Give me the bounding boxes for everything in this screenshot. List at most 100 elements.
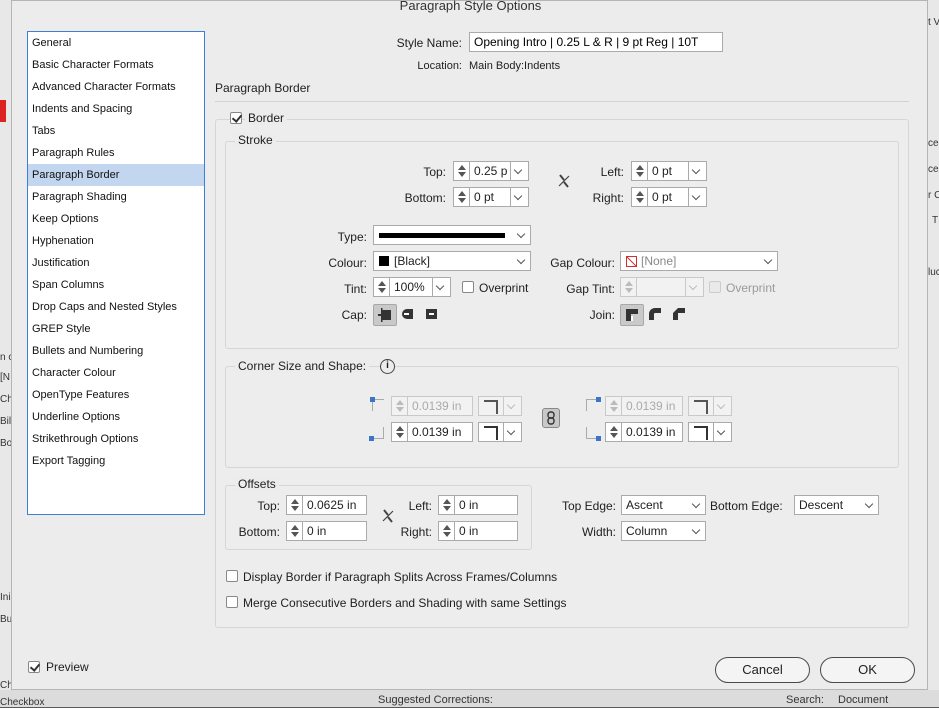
ok-button[interactable]: OK [820, 657, 915, 683]
stroke-bottom-label: Bottom: [404, 191, 446, 205]
corner-bottom-left-dropdown[interactable] [504, 422, 522, 442]
gap-overprint-label: Overprint [726, 281, 776, 295]
cancel-button[interactable]: Cancel [715, 657, 810, 683]
corner-top-left-dropdown[interactable] [504, 396, 522, 416]
stroke-right-stepper[interactable] [631, 187, 647, 207]
bg-search-label: Search: [786, 694, 824, 706]
corner-top-left-input[interactable]: 0.0139 in [407, 396, 473, 416]
sidebar-item-grep-style[interactable]: GREP Style [28, 318, 204, 340]
corner-bottom-right-input[interactable]: 0.0139 in [621, 422, 683, 442]
stroke-top-stepper[interactable] [453, 161, 469, 181]
corner-bottom-left-shape[interactable] [478, 422, 504, 442]
merge-borders-checkbox[interactable] [226, 596, 238, 608]
offset-right-input[interactable]: 0 in [454, 521, 518, 541]
border-label: Border [245, 111, 288, 125]
offset-top-label: Top: [257, 499, 280, 513]
sidebar-item-basic-character-formats[interactable]: Basic Character Formats [28, 54, 204, 76]
corner-top-right-dropdown[interactable] [714, 396, 732, 416]
gap-tint-input[interactable] [636, 277, 686, 297]
offset-left-stepper[interactable] [438, 495, 454, 515]
sidebar-item-tabs[interactable]: Tabs [28, 120, 204, 142]
sidebar-item-span-columns[interactable]: Span Columns [28, 274, 204, 296]
offset-top-input[interactable]: 0.0625 in [302, 495, 367, 515]
corner-bottom-left-stepper[interactable] [391, 422, 407, 442]
corner-link-icon[interactable] [542, 408, 560, 428]
sidebar-item-justification[interactable]: Justification [28, 252, 204, 274]
offsets-title: Offsets [235, 477, 279, 491]
width-select[interactable]: Column [621, 521, 706, 541]
paragraph-style-options-dialog: Paragraph Style Options General Basic Ch… [11, 0, 928, 690]
butt-cap-button[interactable] [373, 304, 397, 326]
offset-left-input[interactable]: 0 in [454, 495, 518, 515]
sidebar-item-underline-options[interactable]: Underline Options [28, 406, 204, 428]
round-cap-button[interactable] [397, 304, 421, 326]
stroke-bottom-input[interactable]: 0 pt [469, 187, 511, 207]
overprint-checkbox[interactable] [462, 281, 474, 293]
border-checkbox[interactable] [230, 112, 242, 124]
sidebar-item-export-tagging[interactable]: Export Tagging [28, 450, 204, 472]
info-icon[interactable]: i [380, 359, 395, 374]
sidebar-item-character-colour[interactable]: Character Colour [28, 362, 204, 384]
gap-overprint-checkbox[interactable] [709, 281, 721, 293]
gap-colour-select[interactable]: [None] [620, 251, 778, 271]
bevel-join-button[interactable] [668, 304, 692, 326]
stroke-type-select[interactable] [373, 225, 531, 245]
sidebar-item-paragraph-rules[interactable]: Paragraph Rules [28, 142, 204, 164]
sidebar-item-paragraph-border[interactable]: Paragraph Border [28, 164, 204, 186]
bottom-edge-select[interactable]: Descent [794, 495, 879, 515]
projecting-cap-button[interactable] [421, 304, 445, 326]
stroke-left-input[interactable]: 0 pt [647, 161, 689, 181]
location-value: Main Body:Indents [469, 60, 561, 72]
tint-input[interactable]: 100% [389, 277, 433, 297]
stroke-colour-select[interactable]: [Black] [373, 251, 531, 271]
stroke-right-dropdown[interactable] [689, 187, 707, 207]
sidebar-item-opentype-features[interactable]: OpenType Features [28, 384, 204, 406]
gap-tint-stepper[interactable] [620, 277, 636, 297]
gap-tint-dropdown[interactable] [686, 277, 704, 297]
tint-stepper[interactable] [373, 277, 389, 297]
top-edge-select[interactable]: Ascent [621, 495, 706, 515]
display-split-checkbox[interactable] [226, 570, 238, 582]
stroke-top-dropdown[interactable] [511, 161, 529, 181]
sidebar-item-drop-caps[interactable]: Drop Caps and Nested Styles [28, 296, 204, 318]
gap-tint-label: Gap Tint: [566, 282, 615, 296]
stroke-colour-label: Colour: [328, 256, 367, 270]
corner-top-right-input[interactable]: 0.0139 in [621, 396, 683, 416]
category-sidebar: General Basic Character Formats Advanced… [27, 31, 205, 515]
corner-bottom-right-dropdown[interactable] [714, 422, 732, 442]
sidebar-item-bullets-and-numbering[interactable]: Bullets and Numbering [28, 340, 204, 362]
corner-bottom-right-shape[interactable] [688, 422, 714, 442]
corner-top-right-stepper[interactable] [605, 396, 621, 416]
offset-bottom-input[interactable]: 0 in [302, 521, 367, 541]
sidebar-item-keep-options[interactable]: Keep Options [28, 208, 204, 230]
stroke-right-input[interactable]: 0 pt [647, 187, 689, 207]
corner-top-left-stepper[interactable] [391, 396, 407, 416]
style-name-input[interactable] [469, 32, 723, 52]
miter-join-button[interactable] [620, 304, 644, 326]
corner-top-right-shape[interactable] [688, 396, 714, 416]
corner-bottom-right-stepper[interactable] [605, 422, 621, 442]
sidebar-item-hyphenation[interactable]: Hyphenation [28, 230, 204, 252]
tint-dropdown[interactable] [433, 277, 451, 297]
stroke-left-stepper[interactable] [631, 161, 647, 181]
bottom-right-corner-icon [586, 427, 601, 441]
stroke-top-label: Top: [423, 165, 446, 179]
round-join-button[interactable] [644, 304, 668, 326]
corner-top-left-shape[interactable] [478, 396, 504, 416]
sidebar-item-advanced-character-formats[interactable]: Advanced Character Formats [28, 76, 204, 98]
stroke-left-dropdown[interactable] [689, 161, 707, 181]
sidebar-item-general[interactable]: General [28, 32, 204, 54]
top-left-corner-icon [370, 397, 384, 411]
sidebar-item-strikethrough-options[interactable]: Strikethrough Options [28, 428, 204, 450]
stroke-bottom-dropdown[interactable] [511, 187, 529, 207]
offset-right-stepper[interactable] [438, 521, 454, 541]
offset-top-stepper[interactable] [286, 495, 302, 515]
sidebar-item-paragraph-shading[interactable]: Paragraph Shading [28, 186, 204, 208]
corner-bottom-left-input[interactable]: 0.0139 in [407, 422, 473, 442]
stroke-top-input[interactable]: 0.25 p [469, 161, 511, 181]
sidebar-item-indents-and-spacing[interactable]: Indents and Spacing [28, 98, 204, 120]
solid-line-swatch [379, 233, 505, 238]
offset-bottom-stepper[interactable] [286, 521, 302, 541]
stroke-bottom-stepper[interactable] [453, 187, 469, 207]
preview-checkbox[interactable] [28, 661, 40, 673]
